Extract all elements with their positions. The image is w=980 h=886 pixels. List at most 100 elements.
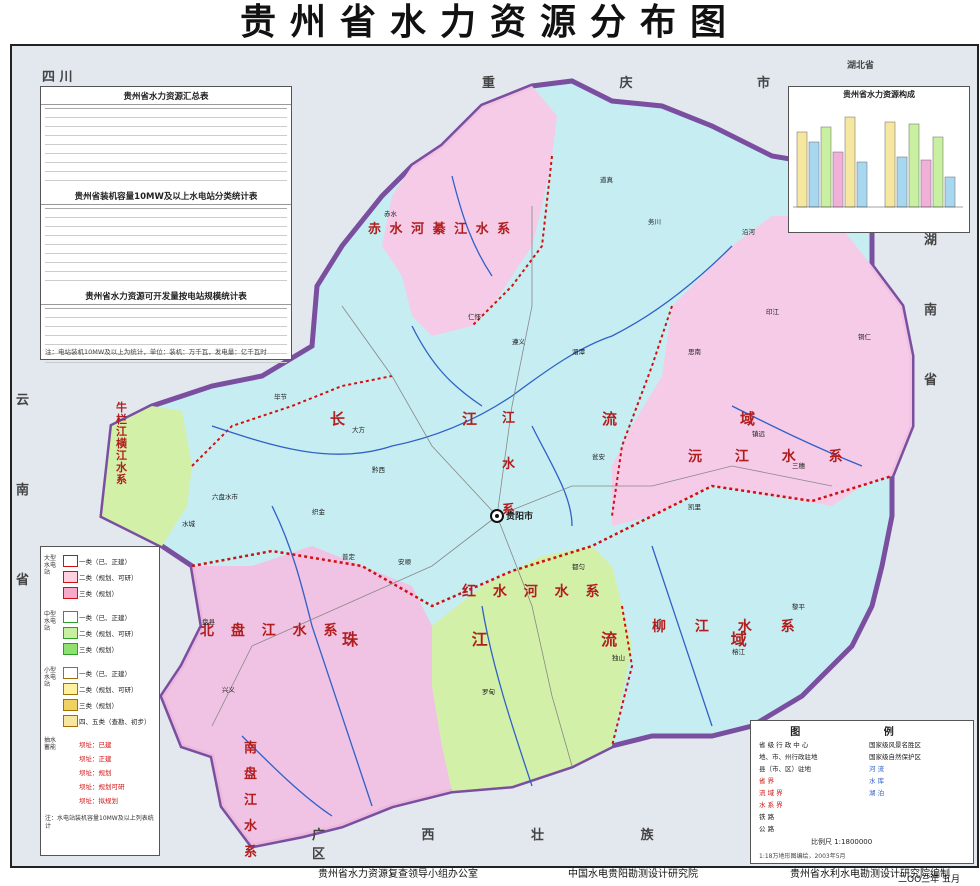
city-label: 织金 (312, 508, 325, 516)
city-label: 印江 (766, 308, 779, 316)
legend-row: 河 流 (869, 765, 885, 773)
map-frame: 四 川 重 庆 市 湖北省 湖 南 省 云 南 省 广 西 壮 族 自 治 区 … (10, 44, 979, 868)
legend-item: 二类（规划、可研） (79, 574, 138, 582)
legend-group-large: 大型水电站 (44, 555, 57, 576)
city-label: 镇远 (752, 430, 765, 438)
legend-row: 省 界 (759, 777, 775, 785)
city-label: 毕节 (274, 393, 287, 401)
swatch-small-3 (63, 699, 78, 711)
legend-row: 湖 泊 (869, 789, 885, 797)
legend-dam-proposed: 坝址：拟规划 (79, 797, 118, 805)
province-hunan: 湖 南 省 (924, 233, 938, 388)
legend-row: 地、市、州行政驻地 (759, 753, 818, 761)
swatch-large-1 (63, 555, 78, 567)
basin-yuanjiang-label: 沅 江 水 系 (688, 449, 857, 465)
capital-dot (495, 514, 499, 518)
composition-panel: 贵州省水力资源构成 (788, 86, 970, 233)
city-label: 瓮安 (592, 453, 605, 461)
basin-hongshui-label: 红 水 河 水 系 (462, 584, 606, 600)
city-capital: 贵阳市 (506, 512, 534, 522)
legend-row: 省 级 行 政 中 心 (759, 741, 809, 749)
map-legend-panel: 图 例 省 级 行 政 中 心 地、市、州行政驻地 县（市、区）驻地 省 界 流… (750, 720, 974, 864)
map-scale: 比例尺 1:1800000 (811, 838, 873, 846)
footer-middle: 中国水电贵阳勘测设计研究院 (568, 869, 698, 880)
city-label: 六盘水市 (212, 493, 238, 501)
city-label: 榕江 (732, 648, 745, 656)
hydro-stats-title: 贵州省装机容量10MW及以上水电站分类统计表 (41, 187, 291, 205)
legend-dam-building: 坝址：正建 (79, 755, 112, 763)
swatch-small-4 (63, 715, 78, 727)
legend-row: 县（市、区）驻地 (759, 765, 811, 773)
legend-row: 水 库 (869, 777, 885, 785)
city-label: 务川 (648, 218, 661, 226)
swatch-large-3 (63, 587, 78, 599)
city-label: 思南 (688, 348, 701, 356)
basin-chang-label: 长 (330, 410, 346, 428)
summary-table (45, 108, 287, 181)
city-label: 遵义 (512, 338, 525, 346)
legend-item: 二类（规划、可研） (79, 630, 138, 638)
swatch-large-2 (63, 571, 78, 583)
side-legend-note: 注：水电站装机容量10MW及以上列表统计 (45, 815, 154, 830)
city-label: 三穗 (792, 462, 805, 470)
legend-item: 一类（已、正建） (79, 614, 131, 622)
statistics-tables-panel: 贵州省水力资源汇总表 贵州省装机容量10MW及以上水电站分类统计表 贵州省水力资… (40, 86, 292, 363)
summary-table-title: 贵州省水力资源汇总表 (41, 87, 291, 105)
city-label: 湄潭 (572, 348, 585, 356)
legend-dam-built: 坝址：已建 (79, 741, 112, 749)
legend-group-dam: 抽水蓄能 (44, 737, 57, 751)
legend-group-small: 小型水电站 (44, 667, 57, 688)
legend-row: 公 路 (759, 825, 775, 833)
legend-item: 二类（规划、可研） (79, 686, 138, 694)
province-sichuan: 四 川 (42, 70, 73, 85)
legend-dam-study: 坝址：规划可研 (79, 783, 125, 791)
city-label: 道真 (600, 176, 613, 184)
swatch-small-1 (63, 667, 78, 679)
city-label: 仁怀 (468, 313, 481, 321)
city-label: 兴义 (222, 686, 235, 694)
basin-nanpan-label: 南 盘 江 水 系 (244, 741, 258, 860)
footer-left: 贵州省水力资源复查领导小组办公室 (318, 869, 478, 880)
province-chongqing: 重 庆 市 (482, 76, 831, 91)
swatch-medium-2 (63, 627, 78, 639)
city-label: 铜仁 (858, 333, 871, 341)
city-label: 罗甸 (482, 688, 495, 696)
province-yunnan: 云 南 省 (16, 393, 30, 588)
legend-group-medium: 中型水电站 (44, 611, 57, 632)
development-table-title: 贵州省水力资源可开发量按电站规模统计表 (41, 287, 291, 305)
station-legend-panel: 大型水电站 一类（已、正建） 二类（规划、可研） 三类（规划） 中型水电站 一类… (40, 546, 160, 856)
swatch-small-2 (63, 683, 78, 695)
legend-note: 1:18万地形图编绘，2003年5月 (759, 853, 846, 860)
legend-row: 国家级自然保护区 (869, 753, 921, 761)
footer-date: 二OO三年 五月 (898, 875, 961, 885)
legend-dam-planned: 坝址：规划 (79, 769, 112, 777)
composition-chart (793, 116, 963, 208)
swatch-medium-3 (63, 643, 78, 655)
basin-niulan-label: 牛栏江横江水系 (116, 401, 127, 486)
legend-title: 图 例 (790, 727, 934, 738)
composition-title: 贵州省水力资源构成 (843, 90, 915, 99)
legend-row: 流 域 界 (759, 789, 783, 797)
city-label: 黔西 (372, 466, 385, 474)
legend-item: 三类（规划） (79, 646, 118, 654)
city-label: 黎平 (792, 603, 805, 611)
basin-chishui-label: 赤 水 河 綦 江 水 系 (368, 222, 513, 237)
city-label: 沿河 (742, 228, 755, 236)
swatch-medium-1 (63, 611, 78, 623)
city-label: 大方 (352, 426, 365, 434)
basin-liujiang-label: 柳 江 水 系 (652, 619, 807, 635)
map-title: 贵州省水力资源分布图 (239, 1, 740, 43)
legend-row: 水 系 界 (759, 801, 783, 809)
city-label: 独山 (612, 654, 625, 662)
city-label: 普定 (342, 553, 355, 561)
city-label: 凯里 (688, 503, 701, 511)
legend-item: 一类（已、正建） (79, 558, 131, 566)
legend-item: 一类（已、正建） (79, 670, 131, 678)
city-label: 水城 (182, 520, 195, 528)
province-hubei: 湖北省 (847, 61, 875, 71)
legend-row: 铁 路 (759, 813, 775, 821)
legend-item: 三类（规划） (79, 702, 118, 710)
legend-row: 国家级风景名胜区 (869, 741, 921, 749)
legend-item: 三类（规划） (79, 590, 118, 598)
hydro-stats-table (45, 208, 287, 281)
